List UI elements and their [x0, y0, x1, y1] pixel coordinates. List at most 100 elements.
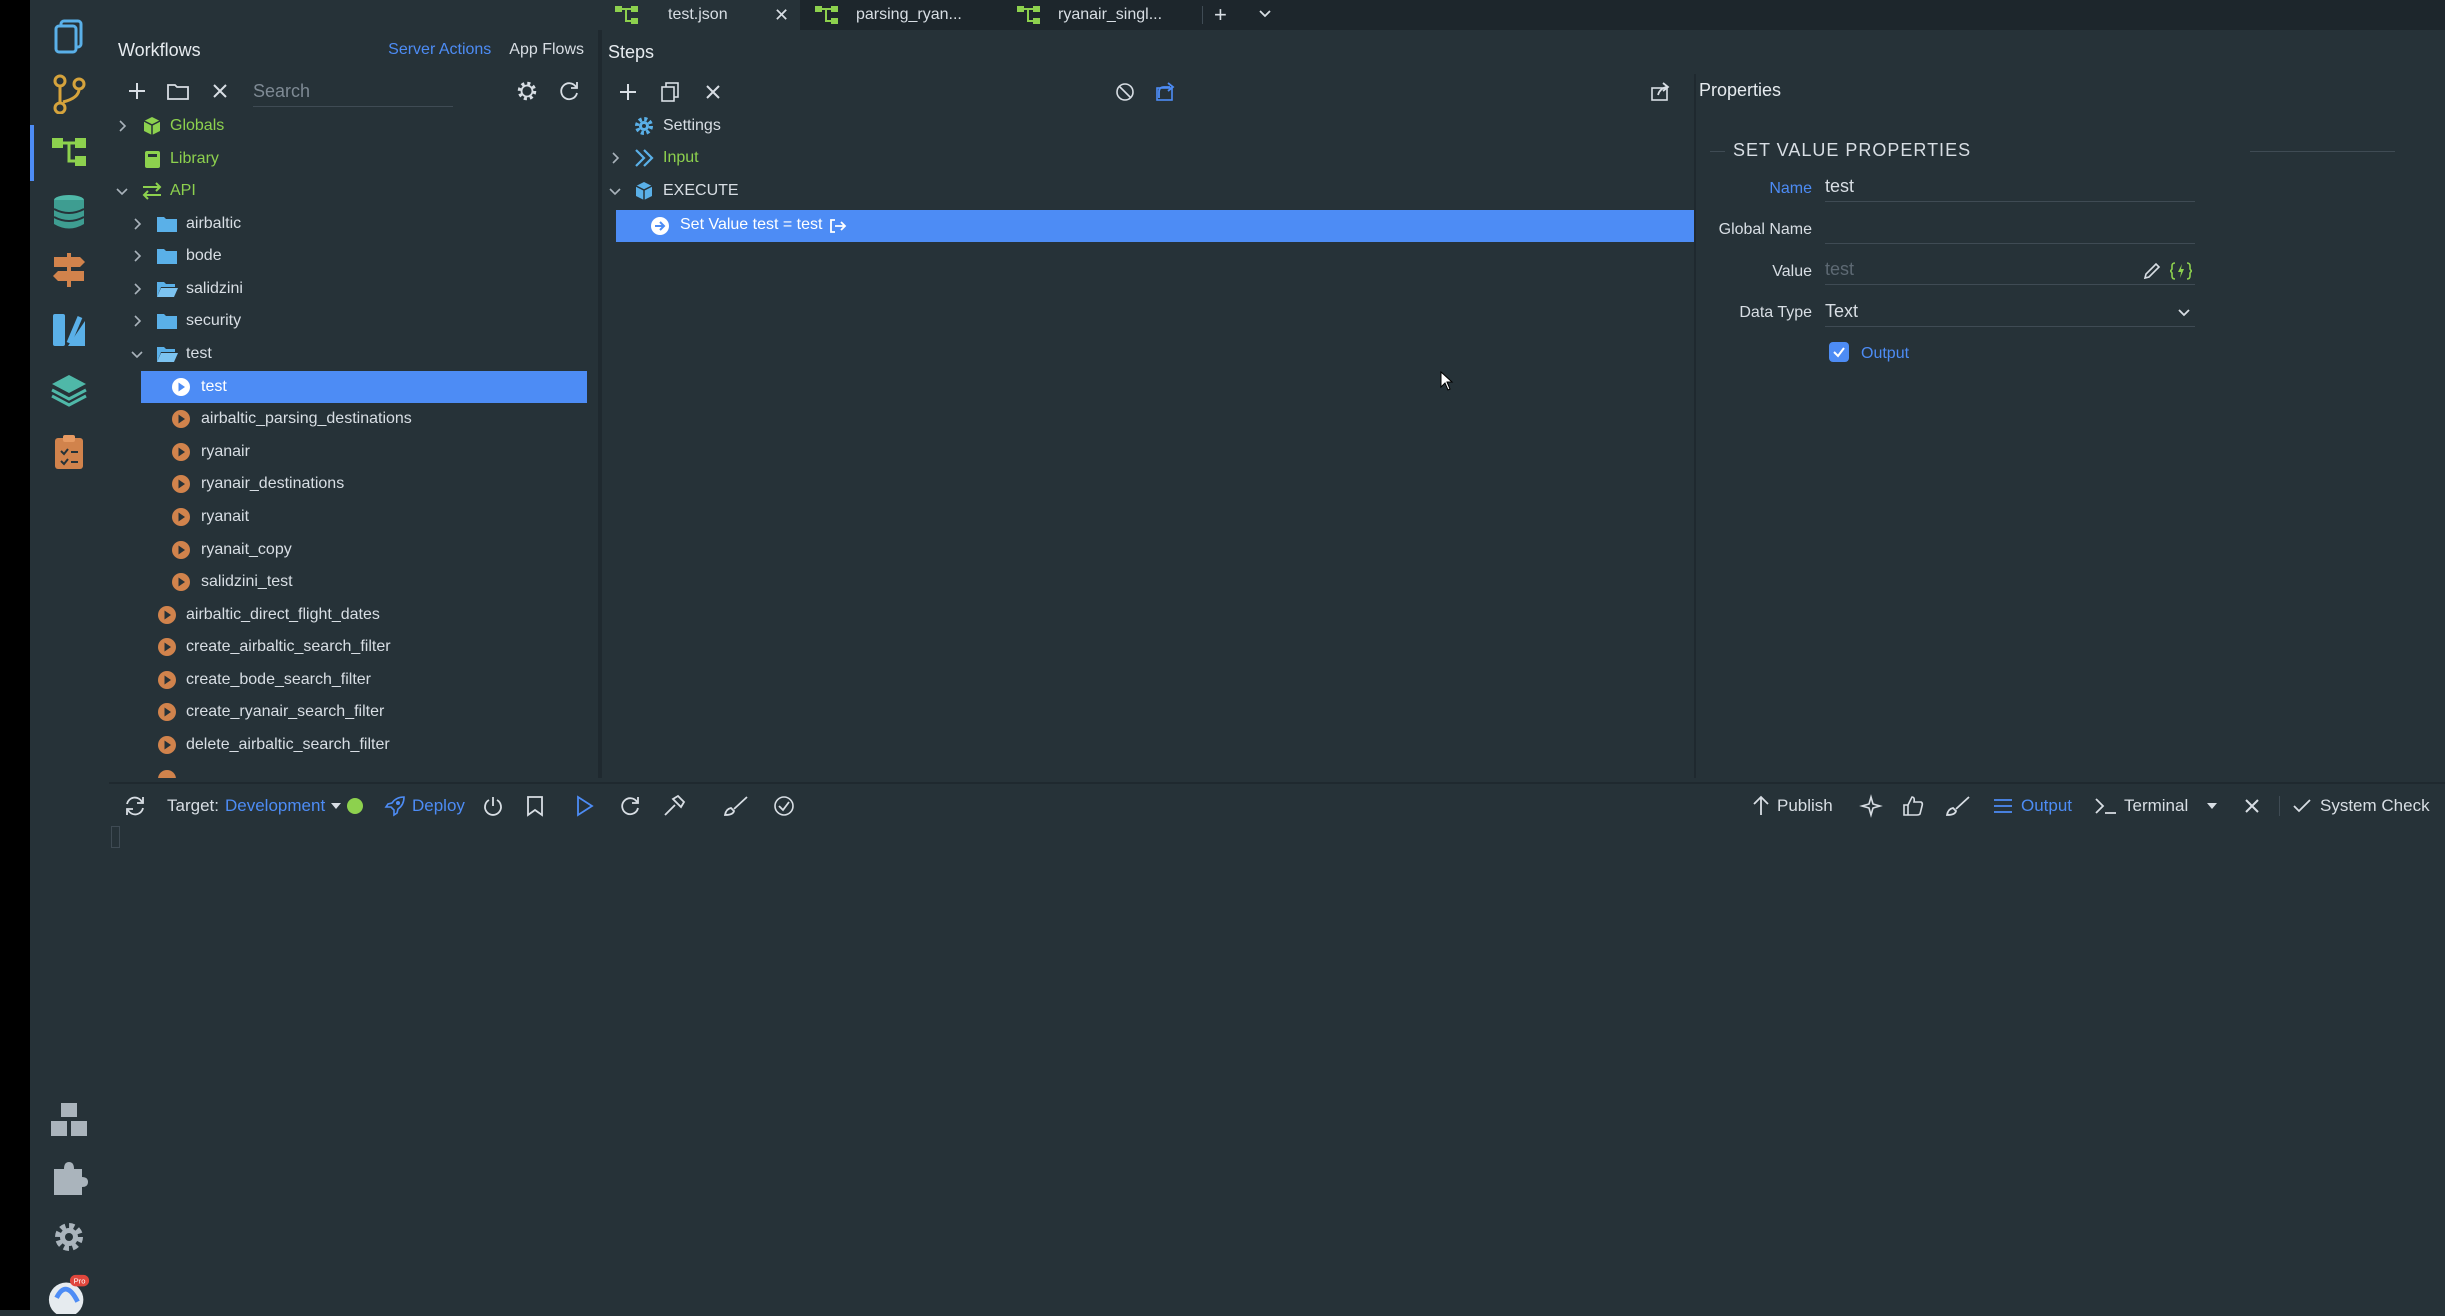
clear-brush-icon[interactable] — [1945, 784, 1971, 828]
delete-step-icon[interactable] — [702, 81, 724, 103]
value-field[interactable]: test — [1825, 255, 2195, 285]
tree-item-globals[interactable]: Globals — [109, 110, 598, 142]
tree-item-folder[interactable]: bode — [109, 240, 598, 272]
signpost-icon[interactable] — [47, 248, 91, 292]
tab-parsing-ryanair[interactable]: parsing_ryan... — [802, 0, 1002, 30]
tree-item-label: airbaltic — [186, 215, 242, 232]
tree-item-folder[interactable]: airbaltic — [109, 208, 598, 240]
git-branch-icon[interactable] — [47, 72, 91, 116]
restart-icon[interactable] — [619, 784, 641, 828]
system-check-button[interactable]: System Check — [2292, 784, 2430, 828]
new-folder-icon[interactable] — [167, 80, 189, 102]
step-settings[interactable]: Settings — [616, 110, 1616, 142]
check-circle-icon[interactable] — [773, 784, 795, 828]
extensions-icon[interactable] — [47, 1098, 91, 1142]
chevron-right-icon[interactable] — [130, 249, 144, 263]
step-set-value[interactable]: Set Value test = test — [616, 210, 1695, 242]
tab-ryanair-single[interactable]: ryanair_singl... — [1004, 0, 1202, 30]
thumbs-up-icon[interactable] — [1902, 784, 1924, 828]
data-type-select[interactable]: Text — [1825, 297, 2195, 327]
panel-splitter[interactable] — [1694, 74, 1696, 778]
chevron-right-icon[interactable] — [608, 151, 622, 165]
app-flows-link[interactable]: App Flows — [509, 41, 584, 59]
tree-item-action[interactable]: delete_airbaltic_search_filter — [109, 729, 598, 761]
output-checkbox-label[interactable]: Output — [1861, 345, 1909, 363]
output-marker-icon — [829, 218, 847, 234]
close-panel-icon[interactable] — [2244, 784, 2260, 828]
power-icon[interactable] — [482, 784, 504, 828]
tree-item-action[interactable]: airbaltic_parsing_destinations — [109, 403, 598, 435]
tree-item-library[interactable]: Library — [109, 143, 598, 175]
chevron-down-icon[interactable] — [115, 184, 129, 198]
chevron-right-icon[interactable] — [130, 217, 144, 231]
name-field[interactable]: test — [1825, 172, 2195, 202]
layers-icon[interactable] — [47, 368, 91, 412]
pencil-icon[interactable] — [2142, 261, 2162, 281]
step-execute[interactable]: EXECUTE — [602, 175, 1602, 207]
refresh-icon[interactable] — [558, 80, 580, 102]
tree-item-folder[interactable]: test — [109, 338, 598, 370]
terminal-icon — [2095, 798, 2116, 814]
puzzle-icon[interactable] — [47, 1156, 91, 1200]
brush-icon[interactable] — [723, 784, 749, 828]
deploy-button[interactable]: Deploy — [384, 784, 465, 828]
settings-gear-icon[interactable] — [47, 1215, 91, 1259]
database-icon[interactable] — [47, 190, 91, 234]
output-checkbox[interactable] — [1829, 342, 1849, 362]
tree-item-action[interactable]: salidzini_test — [109, 566, 598, 598]
add-icon[interactable] — [126, 80, 148, 102]
caret-down-icon[interactable] — [2207, 784, 2217, 828]
output-console[interactable] — [109, 826, 2445, 1310]
publish-button[interactable]: Publish — [1751, 784, 1833, 828]
tree-item-action-selected[interactable]: test — [109, 371, 598, 403]
output-tab[interactable]: Output — [1993, 784, 2072, 828]
delete-icon[interactable] — [209, 80, 231, 102]
tree-item-api[interactable]: API — [109, 175, 598, 207]
export-step-icon[interactable] — [1156, 81, 1178, 103]
design-tools-icon[interactable] — [47, 308, 91, 352]
server-actions-link[interactable]: Server Actions — [388, 41, 491, 59]
copy-icon[interactable] — [659, 81, 681, 103]
tree-item-action[interactable]: airbaltic_direct_flight_dates — [109, 599, 598, 631]
tree-item-folder[interactable]: salidzini — [109, 273, 598, 305]
target-select[interactable]: Development — [225, 784, 342, 828]
run-icon[interactable] — [575, 784, 595, 828]
tree-item-action[interactable]: create_ryanair_search_filter — [109, 696, 598, 728]
chevron-down-icon[interactable] — [608, 184, 622, 198]
output-tab-label: Output — [2021, 796, 2073, 815]
tree-item-folder[interactable]: security — [109, 305, 598, 337]
share-icon[interactable] — [1651, 81, 1673, 103]
expression-icon[interactable] — [2170, 261, 2192, 281]
chevron-down-icon[interactable] — [130, 347, 144, 361]
workflows-icon[interactable] — [47, 130, 91, 174]
pro-avatar-icon[interactable]: Pro — [47, 1272, 91, 1316]
search-input[interactable] — [253, 78, 453, 104]
tree-item-action[interactable]: ryanait_copy — [109, 534, 598, 566]
add-tab-icon[interactable]: + — [1214, 4, 1227, 26]
chevron-right-icon[interactable] — [130, 282, 144, 296]
chevron-down-icon[interactable] — [2177, 305, 2191, 319]
chevron-down-icon[interactable] — [1258, 6, 1272, 20]
tree-item-action[interactable]: create_bode_search_filter — [109, 664, 598, 696]
tree-item-action[interactable]: create_airbaltic_search_filter — [109, 631, 598, 663]
bookmark-icon[interactable] — [526, 784, 544, 828]
tab-test-json[interactable]: test.json ✕ — [602, 0, 800, 30]
disable-icon[interactable] — [1114, 81, 1136, 103]
tree-item-action[interactable]: ryanair — [109, 436, 598, 468]
refresh-icon[interactable] — [123, 784, 147, 828]
chevron-right-icon[interactable] — [130, 314, 144, 328]
tree-item-action[interactable]: ryanait — [109, 501, 598, 533]
add-step-icon[interactable] — [617, 81, 639, 103]
chevron-right-icon[interactable] — [115, 119, 129, 133]
close-icon[interactable]: ✕ — [774, 5, 789, 26]
tree-item-action[interactable]: ryanair_destinations — [109, 468, 598, 500]
step-input[interactable]: Input — [602, 142, 1602, 174]
pages-icon[interactable] — [47, 14, 91, 58]
ai-sparkle-icon[interactable] — [1859, 784, 1883, 828]
hammer-icon[interactable] — [662, 784, 686, 828]
clipboard-icon[interactable] — [47, 430, 91, 474]
terminal-tab[interactable]: Terminal — [2094, 784, 2188, 828]
gear-icon[interactable] — [516, 80, 538, 102]
global-name-field[interactable] — [1825, 214, 2195, 244]
console-caret — [111, 826, 120, 848]
